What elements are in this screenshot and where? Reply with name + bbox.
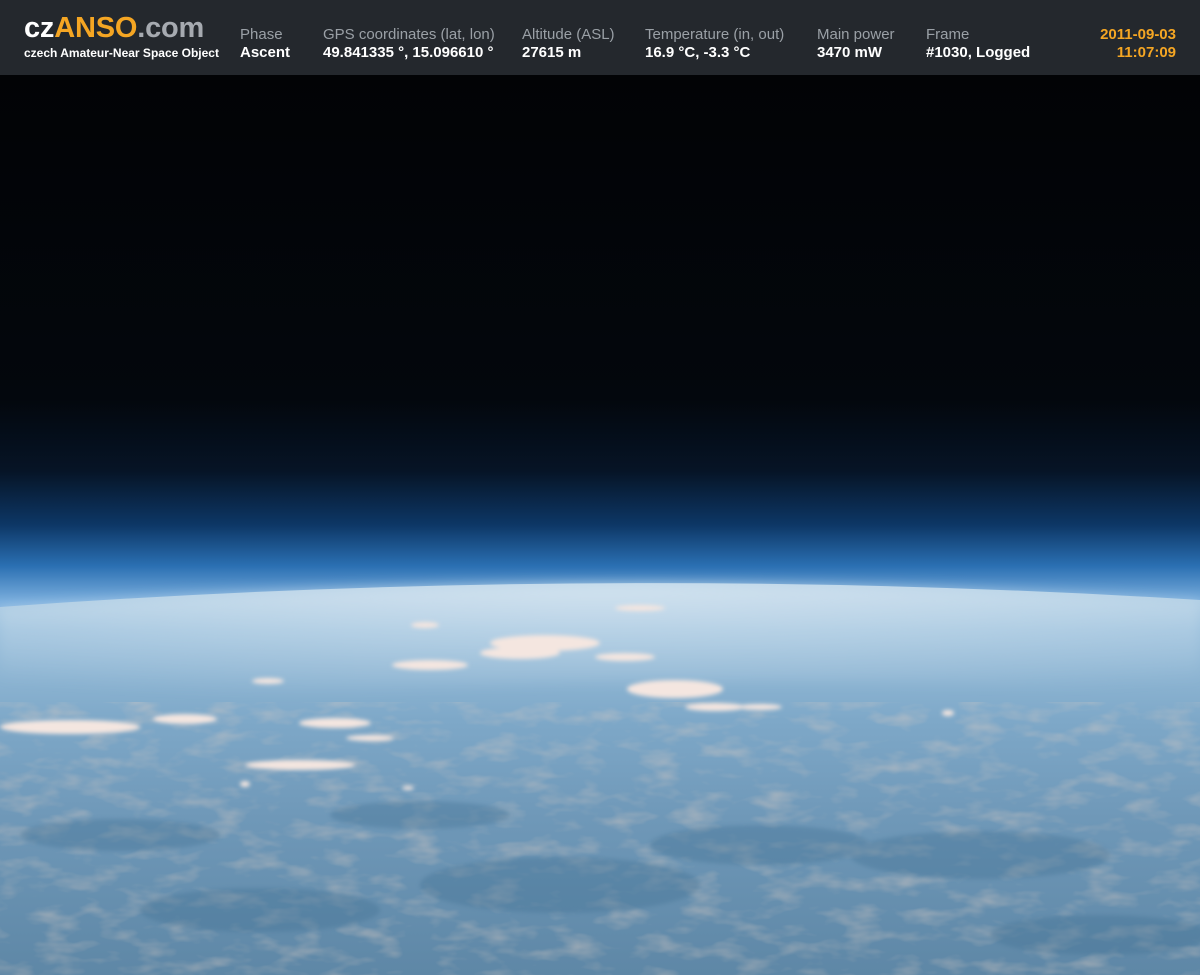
field-label: Frame bbox=[926, 26, 970, 43]
timestamp: 2011-09-03 11:07:09 bbox=[1100, 26, 1176, 62]
earth-horizon-image bbox=[0, 75, 1200, 975]
field-value: 49.841335 °, 15.096610 ° bbox=[323, 44, 494, 61]
telemetry-header: czANSO.com czech Amateur-Near Space Obje… bbox=[0, 0, 1200, 75]
field-temperature: Temperature (in, out) 16.9 °C, -3.3 °C bbox=[645, 26, 784, 62]
field-altitude: Altitude (ASL) 27615 m bbox=[522, 26, 615, 62]
field-value: 3470 mW bbox=[817, 44, 883, 61]
field-value: #1030, Logged bbox=[926, 44, 1031, 61]
field-main-power: Main power 3470 mW bbox=[817, 26, 895, 62]
field-frame: Frame #1030, Logged bbox=[926, 26, 1030, 62]
field-gps-coordinates: GPS coordinates (lat, lon) 49.841335 °, … bbox=[323, 26, 495, 62]
timestamp-time: 11:07:09 bbox=[1116, 44, 1176, 61]
field-label: Altitude (ASL) bbox=[522, 26, 615, 43]
field-value: 27615 m bbox=[522, 44, 582, 61]
field-phase: Phase Ascent bbox=[240, 26, 290, 62]
timestamp-date: 2011-09-03 bbox=[1100, 26, 1176, 43]
logo-wordmark: czANSO.com bbox=[24, 12, 205, 44]
field-label: Main power bbox=[817, 26, 895, 43]
field-label: GPS coordinates (lat, lon) bbox=[323, 26, 495, 43]
field-label: Phase bbox=[240, 26, 283, 43]
site-logo[interactable]: czANSO.com czech Amateur-Near Space Obje… bbox=[24, 12, 219, 60]
logo-subtitle: czech Amateur-Near Space Object bbox=[24, 46, 219, 60]
field-value: 16.9 °C, -3.3 °C bbox=[645, 44, 751, 61]
field-label: Temperature (in, out) bbox=[645, 26, 785, 43]
field-value: Ascent bbox=[240, 44, 291, 61]
stratosphere-photo bbox=[0, 75, 1200, 975]
